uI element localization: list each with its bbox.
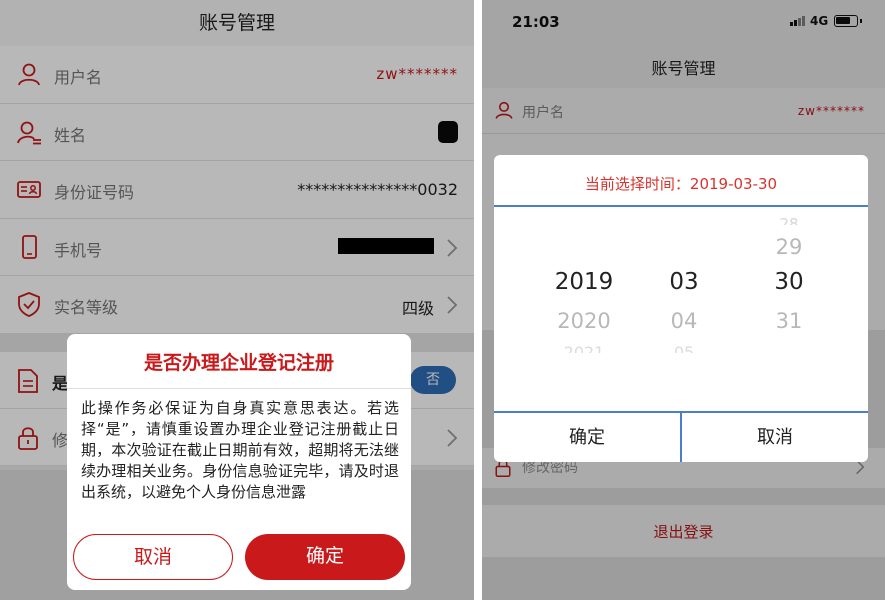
month-wheel[interactable]: 03 04 05 — [644, 207, 724, 413]
enterprise-registration-dialog: 是否办理企业登记注册 此操作务必保证为自身真实意思表达。若选择“是”，请慎重设置… — [67, 334, 411, 590]
date-picker-dialog: 当前选择时间：2019-03-30 2019 2020 2021 03 04 0… — [494, 155, 868, 462]
day-selected: 30 — [774, 269, 804, 295]
picker-confirm-button[interactable]: 确定 — [494, 413, 680, 462]
day-option: 28 — [779, 215, 799, 225]
year-option: 2020 — [557, 309, 611, 333]
cancel-button[interactable]: 取消 — [73, 534, 233, 580]
day-option: 29 — [775, 235, 803, 259]
confirm-button[interactable]: 确定 — [245, 534, 405, 580]
day-option: 31 — [775, 309, 803, 333]
picker-title: 当前选择时间：2019-03-30 — [584, 175, 778, 193]
year-wheel[interactable]: 2019 2020 2021 — [534, 207, 634, 413]
year-selected: 2019 — [554, 269, 614, 295]
picker-cancel-button[interactable]: 取消 — [682, 413, 868, 462]
dialog-title: 是否办理企业登记注册 — [143, 352, 334, 374]
day-wheel[interactable]: 28 29 30 31 — [744, 207, 834, 413]
month-option: 05 — [673, 343, 695, 353]
account-screen-right: 21:03 4G 账号管理 用户名 zw******* 修改密码 退出登录 当前… — [482, 0, 885, 600]
year-option: 2021 — [563, 343, 605, 353]
account-screen-left: 账号管理 用户名 zw******* 姓名 身份证号码 ************… — [0, 0, 474, 600]
divider — [67, 388, 411, 389]
dialog-message: 此操作务必保证为自身真实意思表达。若选择“是”，请慎重设置办理企业登记注册截止日… — [81, 399, 399, 501]
month-option: 04 — [670, 309, 698, 333]
month-selected: 03 — [669, 269, 699, 295]
